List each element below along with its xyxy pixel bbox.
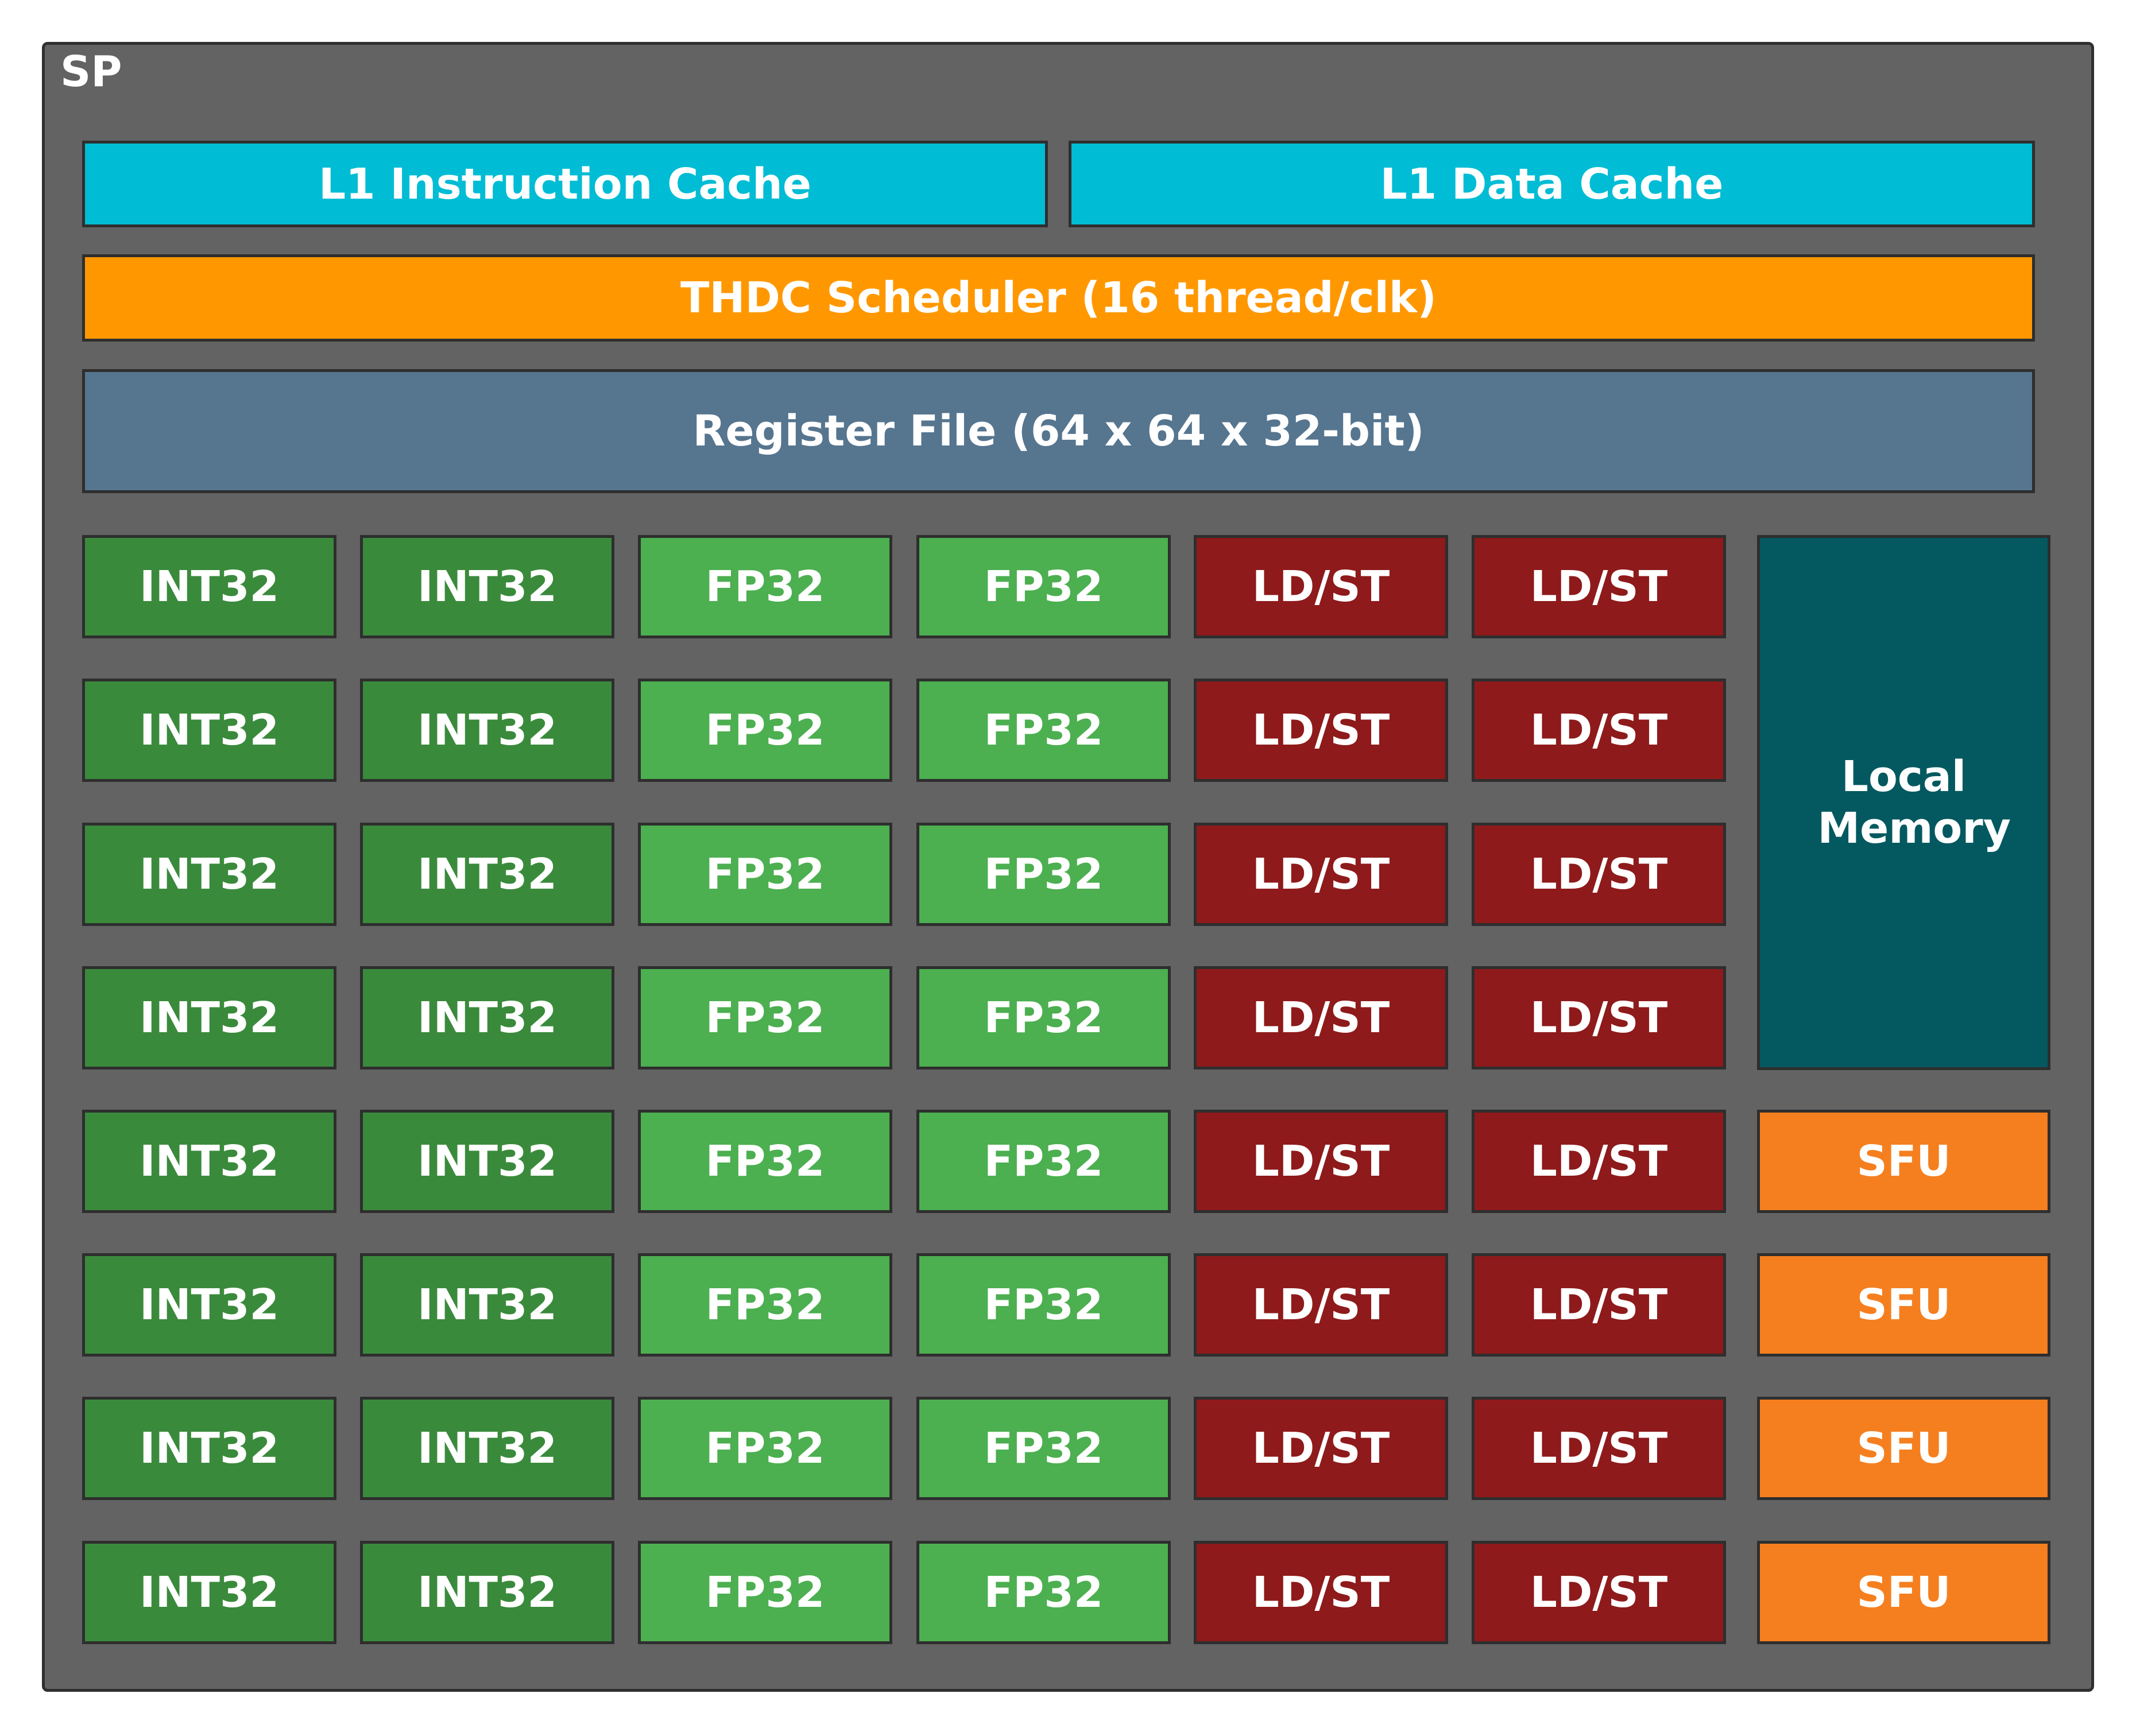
thdc-scheduler: THDC Scheduler (16 thread/clk) [82, 254, 2035, 342]
ldst-unit: LD/ST [1472, 1110, 1726, 1213]
ldst-unit: LD/ST [1194, 535, 1448, 638]
ldst-unit: LD/ST [1194, 679, 1448, 782]
ldst-unit: LD/ST [1194, 823, 1448, 926]
fp32-unit: FP32 [638, 679, 892, 782]
fp32-unit: FP32 [916, 1541, 1171, 1644]
sp-label: SP [60, 47, 122, 96]
ldst-unit: LD/ST [1194, 1397, 1448, 1500]
int32-unit: INT32 [82, 1541, 336, 1644]
fp32-unit: FP32 [916, 1253, 1171, 1357]
int32-unit: INT32 [82, 823, 336, 926]
ldst-unit: LD/ST [1194, 966, 1448, 1070]
fp32-unit: FP32 [638, 535, 892, 638]
int32-unit: INT32 [360, 1541, 614, 1644]
ldst-unit: LD/ST [1194, 1253, 1448, 1357]
ldst-unit: LD/ST [1472, 966, 1726, 1070]
local-memory: Local Memory [1757, 535, 2050, 1070]
l1-instruction-cache: L1 Instruction Cache [82, 141, 1048, 227]
int32-unit: INT32 [82, 1253, 336, 1357]
local-memory-label: Local Memory [1817, 752, 2011, 853]
int32-unit: INT32 [82, 535, 336, 638]
int32-unit: INT32 [82, 1397, 336, 1500]
register-file: Register File (64 x 64 x 32-bit) [82, 369, 2035, 493]
ldst-unit: LD/ST [1194, 1110, 1448, 1213]
ldst-unit: LD/ST [1472, 535, 1726, 638]
int32-unit: INT32 [82, 1110, 336, 1213]
fp32-unit: FP32 [916, 823, 1171, 926]
int32-unit: INT32 [360, 679, 614, 782]
fp32-unit: FP32 [638, 1253, 892, 1357]
int32-unit: INT32 [82, 966, 336, 1070]
int32-unit: INT32 [360, 1253, 614, 1357]
ldst-unit: LD/ST [1472, 679, 1726, 782]
fp32-unit: FP32 [916, 966, 1171, 1070]
sfu-unit: SFU [1757, 1110, 2050, 1213]
int32-unit: INT32 [82, 679, 336, 782]
fp32-unit: FP32 [916, 1110, 1171, 1213]
l1-data-cache: L1 Data Cache [1069, 141, 2035, 227]
ldst-unit: LD/ST [1472, 823, 1726, 926]
fp32-unit: FP32 [638, 823, 892, 926]
sfu-unit: SFU [1757, 1253, 2050, 1357]
int32-unit: INT32 [360, 1110, 614, 1213]
ldst-unit: LD/ST [1194, 1541, 1448, 1644]
sfu-unit: SFU [1757, 1397, 2050, 1500]
int32-unit: INT32 [360, 1397, 614, 1500]
fp32-unit: FP32 [916, 679, 1171, 782]
ldst-unit: LD/ST [1472, 1541, 1726, 1644]
fp32-unit: FP32 [638, 966, 892, 1070]
fp32-unit: FP32 [916, 535, 1171, 638]
sfu-unit: SFU [1757, 1541, 2050, 1644]
fp32-unit: FP32 [638, 1397, 892, 1500]
ldst-unit: LD/ST [1472, 1397, 1726, 1500]
fp32-unit: FP32 [638, 1110, 892, 1213]
int32-unit: INT32 [360, 966, 614, 1070]
int32-unit: INT32 [360, 823, 614, 926]
fp32-unit: FP32 [638, 1541, 892, 1644]
ldst-unit: LD/ST [1472, 1253, 1726, 1357]
fp32-unit: FP32 [916, 1397, 1171, 1500]
int32-unit: INT32 [360, 535, 614, 638]
